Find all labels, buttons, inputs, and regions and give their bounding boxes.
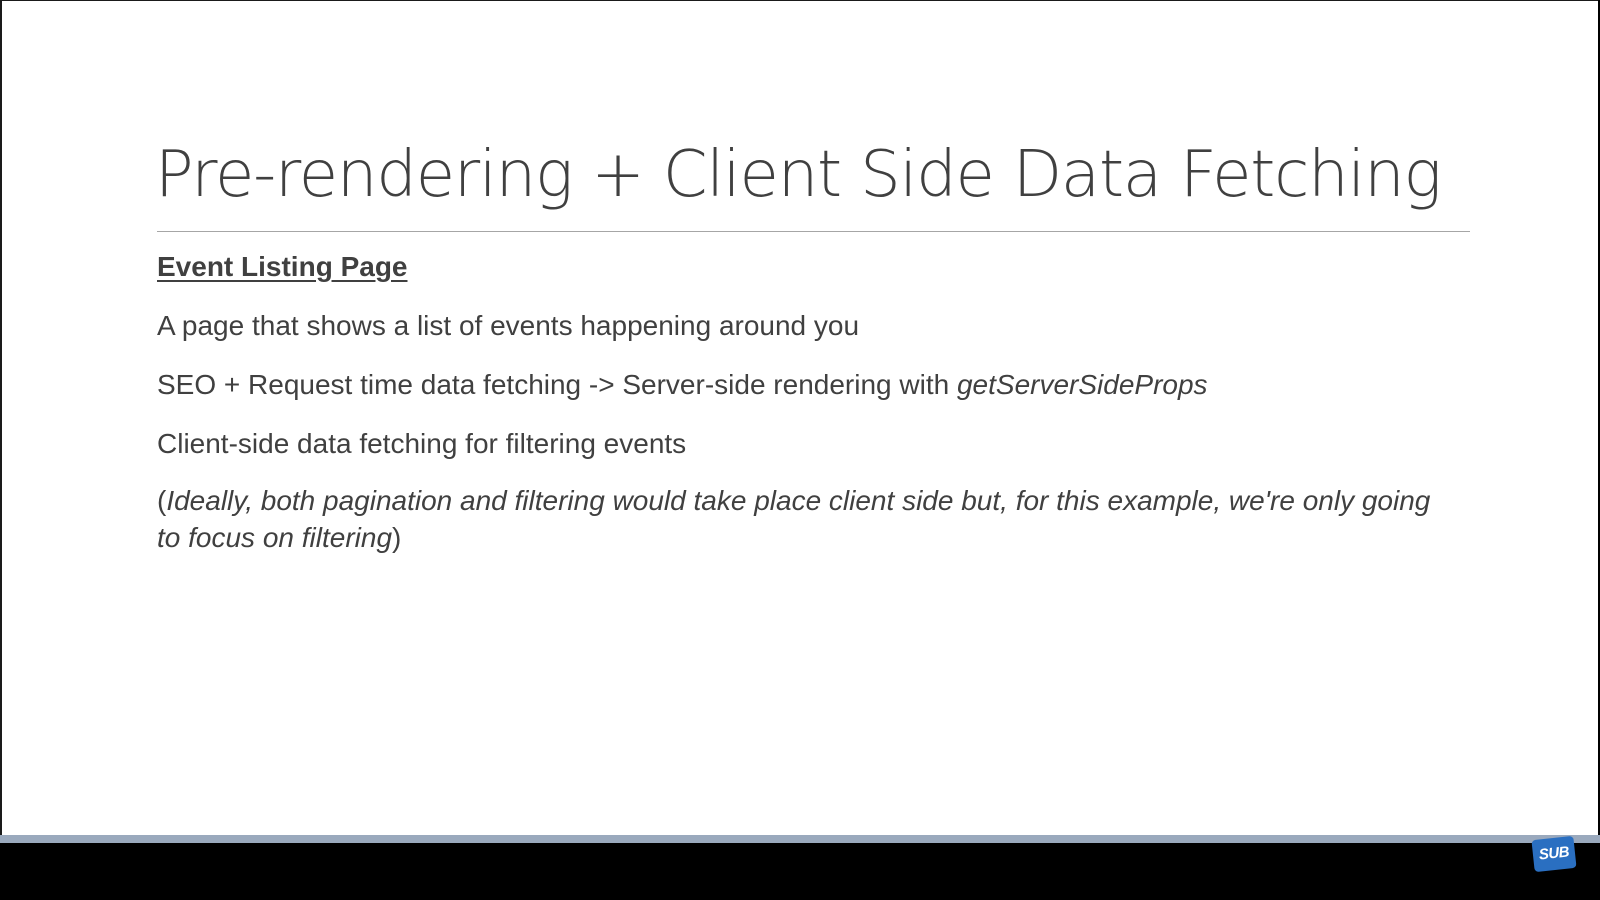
presentation-slide: Pre-rendering + Client Side Data Fetchin…: [0, 0, 1598, 835]
slide-title: Pre-rendering + Client Side Data Fetchin…: [155, 138, 1442, 212]
function-name: getServerSideProps: [956, 369, 1208, 400]
bullet-ssr-text: SEO + Request time data fetching -> Serv…: [157, 369, 957, 400]
note-open-paren: (: [157, 485, 167, 516]
bullet-note: (Ideally, both pagination and filtering …: [157, 482, 1447, 556]
bullet-description: A page that shows a list of events happe…: [157, 310, 860, 341]
video-progress-bar[interactable]: [0, 835, 1600, 843]
video-viewport: Pre-rendering + Client Side Data Fetchin…: [0, 0, 1600, 900]
title-divider: [157, 231, 1470, 232]
slide-content: Event Listing Page A page that shows a l…: [157, 247, 1457, 556]
note-close-paren: ): [392, 522, 402, 553]
bullet-client-fetching: Client-side data fetching for filtering …: [157, 428, 687, 459]
section-heading: Event Listing Page: [157, 251, 408, 282]
video-progress-fill: [0, 835, 1600, 843]
bullet-ssr: SEO + Request time data fetching -> Serv…: [157, 365, 1457, 405]
note-italic-text: Ideally, both pagination and filtering w…: [157, 485, 1431, 553]
subscribe-badge-icon[interactable]: SUB: [1531, 835, 1577, 873]
